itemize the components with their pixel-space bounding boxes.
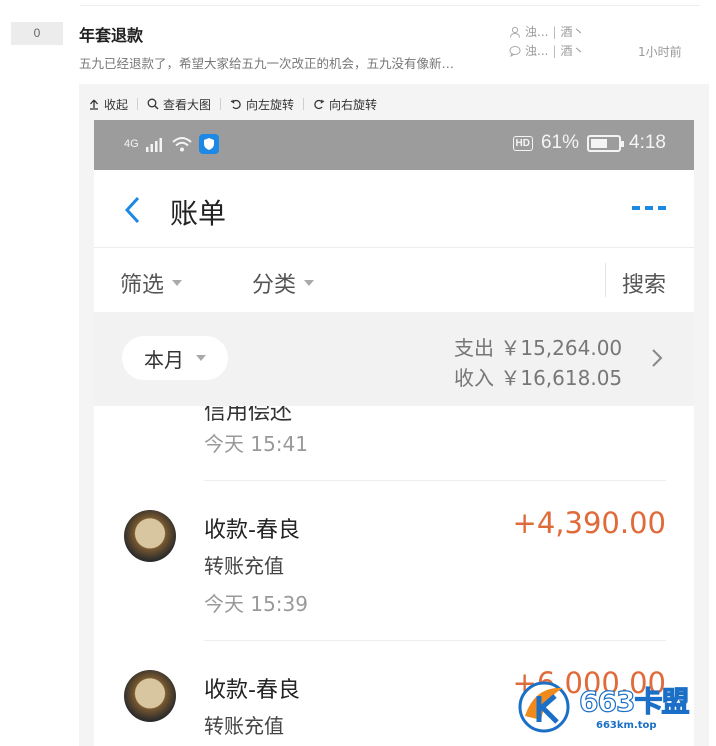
expense-summary: 支出 ￥15,264.00 [454,332,622,361]
search-icon [147,98,159,110]
author-name-tail[interactable]: 酒丶 [561,23,585,40]
category-label: 分类 [252,273,297,298]
rotate-right-label: 向右旋转 [329,97,378,112]
month-summary[interactable]: 本月 支出 ￥15,264.00 收入 ￥16,618.05 [94,312,694,406]
view-large-button[interactable]: 查看大图 [147,96,211,113]
transaction-time: 今天 15:41 [204,432,308,456]
brand-logo-icon [518,681,570,733]
transaction-title: 收款-春良 [204,518,300,543]
wifi-icon [172,137,192,152]
phone-screenshot: 4G HD 61% 4:18 账单 筛选 分类 搜索 本月 支出 ￥15,264… [94,120,694,746]
hd-badge: HD [512,135,533,151]
row-divider [204,480,666,481]
reply-count-badge: 0 [11,22,63,45]
transaction-amount: +4,390.00 [512,506,666,540]
toolbar-divider [220,98,222,110]
avatar [124,670,176,722]
status-bar: 4G HD 61% 4:18 [94,120,694,170]
filter-bar: 筛选 分类 搜索 [94,249,694,311]
meta-separator: | [552,43,557,58]
thread-excerpt: 五九已经退款了，希望大家给五九一次改正的机会，五九没有像新… [79,56,455,71]
comment-icon [509,45,521,57]
status-left: 4G [124,134,219,154]
caret-down-icon [172,280,183,286]
transaction-subtitle: 转账充值 [204,554,284,578]
row-divider [204,640,666,641]
time-ago: 1小时前 [638,45,682,59]
rotate-right-icon [314,99,325,110]
caret-down-icon [196,355,206,361]
collapse-button[interactable]: 收起 [88,96,128,113]
battery-percent: 61% [540,132,580,153]
more-icon[interactable] [632,206,666,210]
filter-dropdown[interactable]: 筛选 [120,267,183,299]
rotate-right-button[interactable]: 向右旋转 [313,96,377,113]
arrow-up-icon [90,99,98,110]
clock: 4:18 [629,132,666,153]
rotate-left-label: 向左旋转 [246,97,295,112]
last-reply-meta: 浊... | 酒丶 [509,42,585,59]
income-label: 收入 [454,366,494,390]
network-label: 4G [124,138,139,150]
period-label: 本月 [144,347,184,372]
author-name[interactable]: 浊... [525,23,548,40]
rotate-left-button[interactable]: 向左旋转 [230,96,294,113]
toolbar-divider [137,98,139,110]
author-meta: 浊... | 酒丶 [509,23,585,40]
watermark-url: 663km.top [593,720,660,731]
battery-fill [591,138,607,148]
transaction-title: 收款-春良 [204,678,300,703]
transaction-subtitle: 转账充值 [204,714,284,738]
expense-value: ￥15,264.00 [500,336,623,360]
rotate-left-icon [230,99,241,110]
caret-down-icon [304,280,315,286]
avatar [124,510,176,562]
battery-icon [587,134,625,152]
meta-separator: | [552,24,557,39]
income-value: ￥16,618.05 [500,366,623,390]
last-reply-user-tail[interactable]: 酒丶 [561,42,585,59]
search-button[interactable]: 搜索 [622,267,666,299]
back-arrow-icon[interactable] [120,194,146,226]
period-selector[interactable]: 本月 [122,336,228,380]
expense-label: 支出 [454,336,494,360]
watermark-brand: 663卡盟 [578,684,690,718]
user-icon [510,26,520,38]
toolbar-divider [303,98,305,110]
shield-app-icon [198,134,219,154]
app-header: 账单 [94,170,694,248]
income-summary: 收入 ￥16,618.05 [454,362,622,391]
filter-divider [605,263,606,297]
page-title: 账单 [170,197,227,230]
thread-title[interactable]: 年套退款 [79,22,143,46]
last-reply-user[interactable]: 浊... [525,42,548,59]
transaction-time: 今天 15:39 [204,592,308,616]
collapse-label: 收起 [104,97,129,112]
chevron-right-icon[interactable] [651,348,663,368]
filter-label: 筛选 [120,273,165,298]
signal-icon [145,138,162,152]
viewer-toolbar: 收起 查看大图 向左旋转 向右旋转 [88,95,377,113]
site-watermark: 663卡盟 663km.top [515,672,710,742]
category-dropdown[interactable]: 分类 [252,267,315,299]
status-right: HD 61% 4:18 [512,132,666,154]
top-divider [80,5,700,6]
view-large-label: 查看大图 [163,97,212,112]
